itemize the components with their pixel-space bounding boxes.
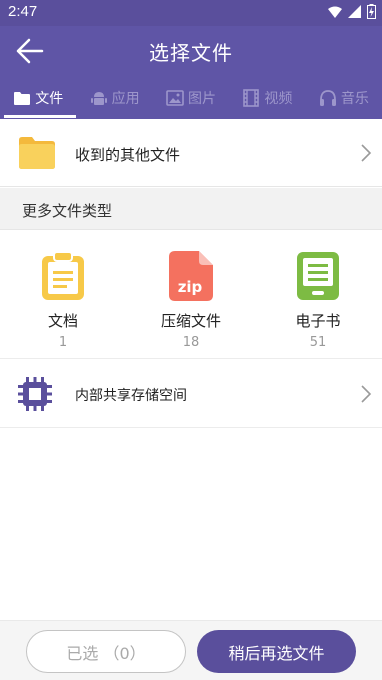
tab-apps[interactable]: 应用	[76, 76, 152, 119]
tab-videos[interactable]: 视频	[229, 76, 305, 119]
received-files-row[interactable]: 收到的其他文件	[0, 119, 382, 187]
category-documents[interactable]: 文档 1	[13, 251, 113, 350]
status-bar: 2:47	[0, 0, 382, 26]
android-icon	[90, 91, 107, 105]
category-archives[interactable]: zip 压缩文件 18	[141, 251, 241, 350]
tab-apps-label: 应用	[111, 90, 140, 107]
ebook-icon	[297, 252, 339, 300]
category-archives-name: 压缩文件	[160, 312, 221, 330]
tab-bar: 文件 应用 图片 视频 音乐	[0, 76, 382, 119]
tab-videos-label: 视频	[264, 90, 293, 107]
image-icon	[166, 89, 184, 106]
battery-icon	[367, 4, 376, 19]
category-ebooks[interactable]: 电子书 51	[268, 251, 368, 350]
page-title: 选择文件	[149, 41, 233, 65]
tab-music[interactable]: 音乐	[306, 76, 382, 119]
chevron-right-icon	[361, 144, 372, 162]
file-type-grid: 文档 1 zip 压缩文件 18 电子书 51	[0, 231, 382, 359]
wifi-icon	[328, 6, 342, 18]
tab-images-label: 图片	[188, 90, 217, 107]
folder-icon	[19, 137, 55, 169]
system-icons	[328, 4, 376, 19]
app-bar: 选择文件	[0, 26, 382, 76]
zip-icon-text: zip	[178, 278, 203, 296]
section-header-label: 更多文件类型	[22, 202, 113, 220]
tab-files[interactable]: 文件	[0, 76, 77, 119]
chevron-right-icon	[361, 385, 372, 403]
category-documents-name: 文档	[47, 312, 78, 330]
signal-icon	[348, 5, 361, 18]
chip-icon	[18, 377, 52, 411]
internal-storage-row[interactable]: 内部共享存储空间	[0, 360, 382, 428]
status-time: 2:47	[8, 3, 38, 20]
category-archives-count: 18	[182, 335, 200, 350]
select-later-button[interactable]: 稍后再选文件	[197, 630, 356, 673]
category-ebooks-count: 51	[309, 335, 327, 350]
folder-icon	[14, 91, 31, 105]
tab-images[interactable]: 图片	[153, 76, 229, 119]
tab-files-label: 文件	[35, 90, 64, 107]
category-documents-count: 1	[58, 335, 68, 350]
selected-count-button[interactable]: 已选 （0）	[26, 630, 186, 673]
section-header: 更多文件类型	[0, 188, 382, 230]
tab-music-label: 音乐	[340, 90, 369, 107]
zip-file-icon: zip	[169, 251, 213, 301]
bottom-bar: 已选 （0） 稍后再选文件	[0, 620, 382, 680]
film-icon	[243, 88, 260, 107]
clipboard-icon	[42, 251, 84, 300]
headphones-icon	[319, 89, 336, 106]
received-files-label: 收到的其他文件	[75, 146, 181, 164]
internal-storage-label: 内部共享存储空间	[75, 388, 187, 404]
category-ebooks-name: 电子书	[295, 312, 341, 330]
